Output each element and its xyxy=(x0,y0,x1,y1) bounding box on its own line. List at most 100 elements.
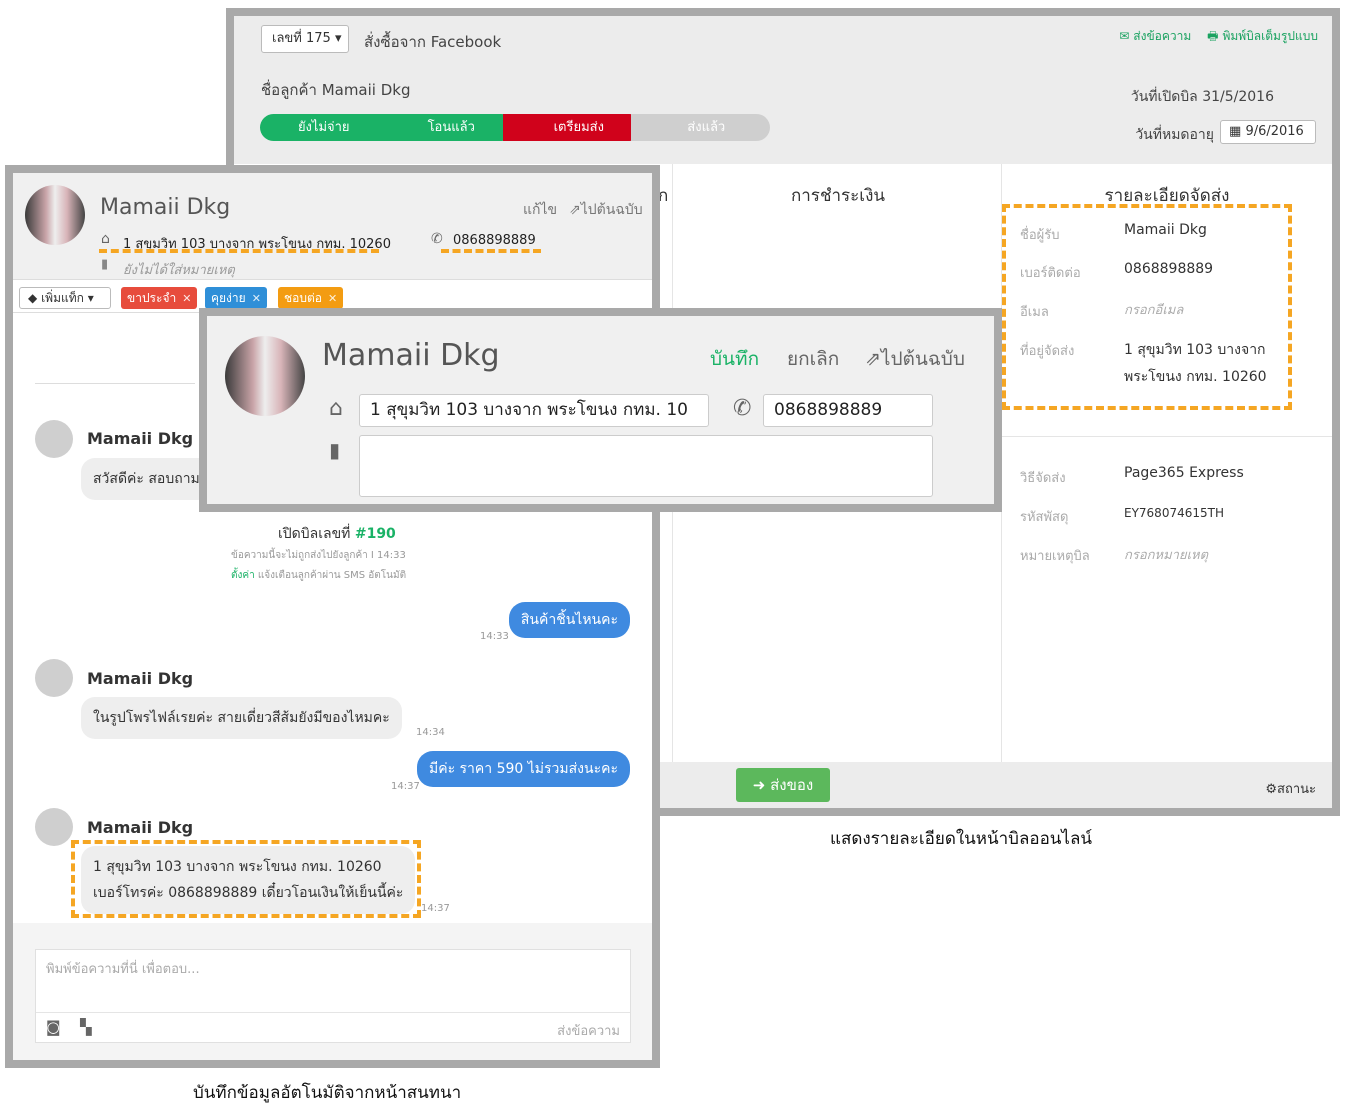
top-links: ✉ ส่งข้อความ 🖶 พิมพ์บิลเต็มรูปแบบ xyxy=(1115,27,1318,48)
note-field[interactable] xyxy=(359,435,933,497)
printer-icon: 🖶 xyxy=(1207,29,1219,43)
edit-link[interactable]: แก้ไข xyxy=(523,199,557,221)
expire-label: วันที่หมดอายุ xyxy=(1135,127,1214,143)
cancel-button[interactable]: ยกเลิก xyxy=(787,344,839,374)
tag-label: ขาประจำ xyxy=(127,291,177,305)
share-icon: ⇗ xyxy=(865,348,881,370)
go-original-link[interactable]: ⇗ไปต้นฉบับ xyxy=(865,344,965,374)
user-avatar xyxy=(35,420,73,458)
sms-notice: ตั้งค่า แจ้งเตือนลูกค้าผ่าน SMS อัตโนมัต… xyxy=(231,568,406,583)
add-tag-button[interactable]: ◆ เพิ่มแท็ก ▾ xyxy=(19,287,111,309)
sticker-icon[interactable]: ▚ xyxy=(80,1018,92,1036)
divider xyxy=(35,383,195,384)
home-icon: ⌂ xyxy=(101,231,110,247)
bill-open-prefix: เปิดบิลเลขที่ xyxy=(278,526,355,542)
status-progress: ยังไม่จ่าย โอนแล้ว เตรียมส่ง ส่งแล้ว xyxy=(260,114,770,141)
status-link-label: สถานะ xyxy=(1277,782,1316,797)
method-value[interactable]: Page365 Express xyxy=(1124,465,1244,481)
phone-icon: ✆ xyxy=(431,231,443,247)
caption-chat: บันทึกข้อมูลอัตโนมัติจากหน้าสนทนา xyxy=(193,1083,462,1103)
avatar xyxy=(225,336,305,416)
customer-phone: 0868898889 xyxy=(453,233,536,248)
tag-chip[interactable]: คุยง่าย ✕ xyxy=(205,287,267,309)
user-avatar xyxy=(35,808,73,846)
note-placeholder[interactable]: กรอกหมายเหตุ xyxy=(1124,544,1208,565)
address-field[interactable]: 1 สุขุมวิท 103 บางจาก พระโขนง กทม. 10 xyxy=(359,394,709,427)
go-original-label: ไปต้นฉบับ xyxy=(880,348,965,370)
message-sender: Mamaii Dkg xyxy=(87,818,194,837)
home-icon: ⌂ xyxy=(329,396,343,421)
ship-button[interactable]: ➜ ส่งของ xyxy=(736,768,830,802)
reply-box: พิมพ์ข้อความที่นี่ เพื่อตอบ... ◙ ▚ ส่งข้… xyxy=(35,949,631,1043)
message-time: 14:34 xyxy=(416,727,445,738)
tag-label: ชอบต่อ xyxy=(284,291,322,305)
open-date: วันที่เปิดบิล 31/5/2016 xyxy=(1130,89,1274,105)
shipping-column: รายละเอียดจัดส่ง ชื่อผู้รับ Mamaii Dkg เ… xyxy=(1002,164,1332,762)
caption-bill: แสดงรายละเอียดในหน้าบิลออนไลน์ xyxy=(830,829,1093,849)
avatar xyxy=(25,185,85,245)
ship-button-label: ส่งของ xyxy=(770,776,814,794)
message-time: 14:37 xyxy=(421,903,450,914)
payment-header: การชำระเงิน xyxy=(790,186,886,206)
message-bubble: ในรูปโพรไฟล์เรยค่ะ สายเดี่ยวสีส้มยังมีขอ… xyxy=(81,697,402,739)
mail-icon: ✉ xyxy=(1119,29,1130,43)
status-link[interactable]: ⚙สถานะ xyxy=(1265,778,1316,799)
status-step-transferred[interactable]: โอนแล้ว xyxy=(387,114,515,141)
bill-open-number[interactable]: #190 xyxy=(355,526,396,542)
divider xyxy=(1002,436,1332,437)
calendar-icon: ▦ xyxy=(1229,124,1242,139)
tag-icon: ◆ xyxy=(28,291,38,305)
status-step-unpaid[interactable]: ยังไม่จ่าย xyxy=(260,114,388,141)
note-label: หมายเหตุบิล xyxy=(1020,549,1090,564)
phone-icon: ✆ xyxy=(733,396,752,421)
tracking-label: รหัสพัสดุ xyxy=(1020,510,1069,525)
message-sender: Mamaii Dkg xyxy=(87,429,194,448)
print-full-link[interactable]: พิมพ์บิลเต็มรูปแบบ xyxy=(1222,29,1318,43)
add-tag-label: เพิ่มแท็ก xyxy=(41,291,84,305)
camera-icon[interactable]: ◙ xyxy=(46,1018,61,1036)
customer-name: Mamaii Dkg xyxy=(100,195,231,220)
send-message-button[interactable]: ส่งข้อความ xyxy=(557,1020,620,1041)
message-bubble: สวัสดีค่ะ สอบถาม xyxy=(81,458,212,500)
user-avatar xyxy=(35,659,73,697)
share-icon: ⇗ xyxy=(569,202,581,218)
bill-number-label: เลขที่ 175 xyxy=(272,31,331,46)
order-source: สั่งซื้อจาก Facebook xyxy=(364,33,502,51)
tag-chip[interactable]: ชอบต่อ ✕ xyxy=(278,287,344,309)
save-button[interactable]: บันทึก xyxy=(710,344,759,374)
status-step-shipped[interactable]: ส่งแล้ว xyxy=(630,114,770,141)
bill-notice: ข้อความนี้จะไม่ถูกส่งไปยังลูกค้า I 14:33 xyxy=(231,550,406,561)
highlight-box-shipping xyxy=(1002,204,1292,410)
close-icon[interactable]: ✕ xyxy=(182,292,191,305)
bill-open-notice: เปิดบิลเลขที่ #190 xyxy=(278,523,396,545)
phone-field[interactable]: 0868898889 xyxy=(763,394,933,427)
highlight-address xyxy=(99,249,379,253)
go-original-label: ไปต้นฉบับ xyxy=(580,202,643,218)
no-note-text: ยังไม่ได้ใส่หมายเหตุ xyxy=(123,263,235,278)
go-original-link[interactable]: ⇗ไปต้นฉบับ xyxy=(569,199,643,221)
highlight-box-message xyxy=(71,840,421,918)
note-icon: ▮ xyxy=(101,257,109,272)
my-message-bubble: มีค่ะ ราคา 590 ไม่รวมส่งนะคะ xyxy=(416,751,630,787)
expire-date-value: 9/6/2016 xyxy=(1245,124,1304,139)
tag-label: คุยง่าย xyxy=(211,291,246,305)
expire-date-button[interactable]: ▦ 9/6/2016 xyxy=(1220,120,1316,144)
tag-chip[interactable]: ขาประจำ ✕ xyxy=(121,287,198,309)
send-message-link[interactable]: ส่งข้อความ xyxy=(1133,29,1191,43)
highlight-phone xyxy=(441,249,541,253)
reply-input[interactable]: พิมพ์ข้อความที่นี่ เพื่อตอบ... xyxy=(46,958,200,979)
reply-area: พิมพ์ข้อความที่นี่ เพื่อตอบ... ◙ ▚ ส่งข้… xyxy=(13,923,652,1060)
sms-text: แจ้งเตือนลูกค้าผ่าน SMS อัตโนมัติ xyxy=(254,570,407,581)
status-step-preparing[interactable]: เตรียมส่ง xyxy=(503,114,643,141)
gear-icon: ⚙ xyxy=(1265,782,1278,797)
close-icon[interactable]: ✕ xyxy=(252,292,261,305)
message-time: 14:37 xyxy=(391,781,420,792)
sms-settings-link[interactable]: ตั้งค่า xyxy=(231,570,255,581)
caret-down-icon: ▾ xyxy=(334,31,342,46)
message-time: 14:33 xyxy=(480,631,509,642)
divider xyxy=(36,1012,630,1013)
close-icon[interactable]: ✕ xyxy=(328,292,337,305)
tracking-value[interactable]: EY768074615TH xyxy=(1124,506,1224,520)
method-label: วิธีจัดส่ง xyxy=(1020,471,1066,486)
bill-number-dropdown[interactable]: เลขที่ 175 ▾ xyxy=(261,25,349,53)
